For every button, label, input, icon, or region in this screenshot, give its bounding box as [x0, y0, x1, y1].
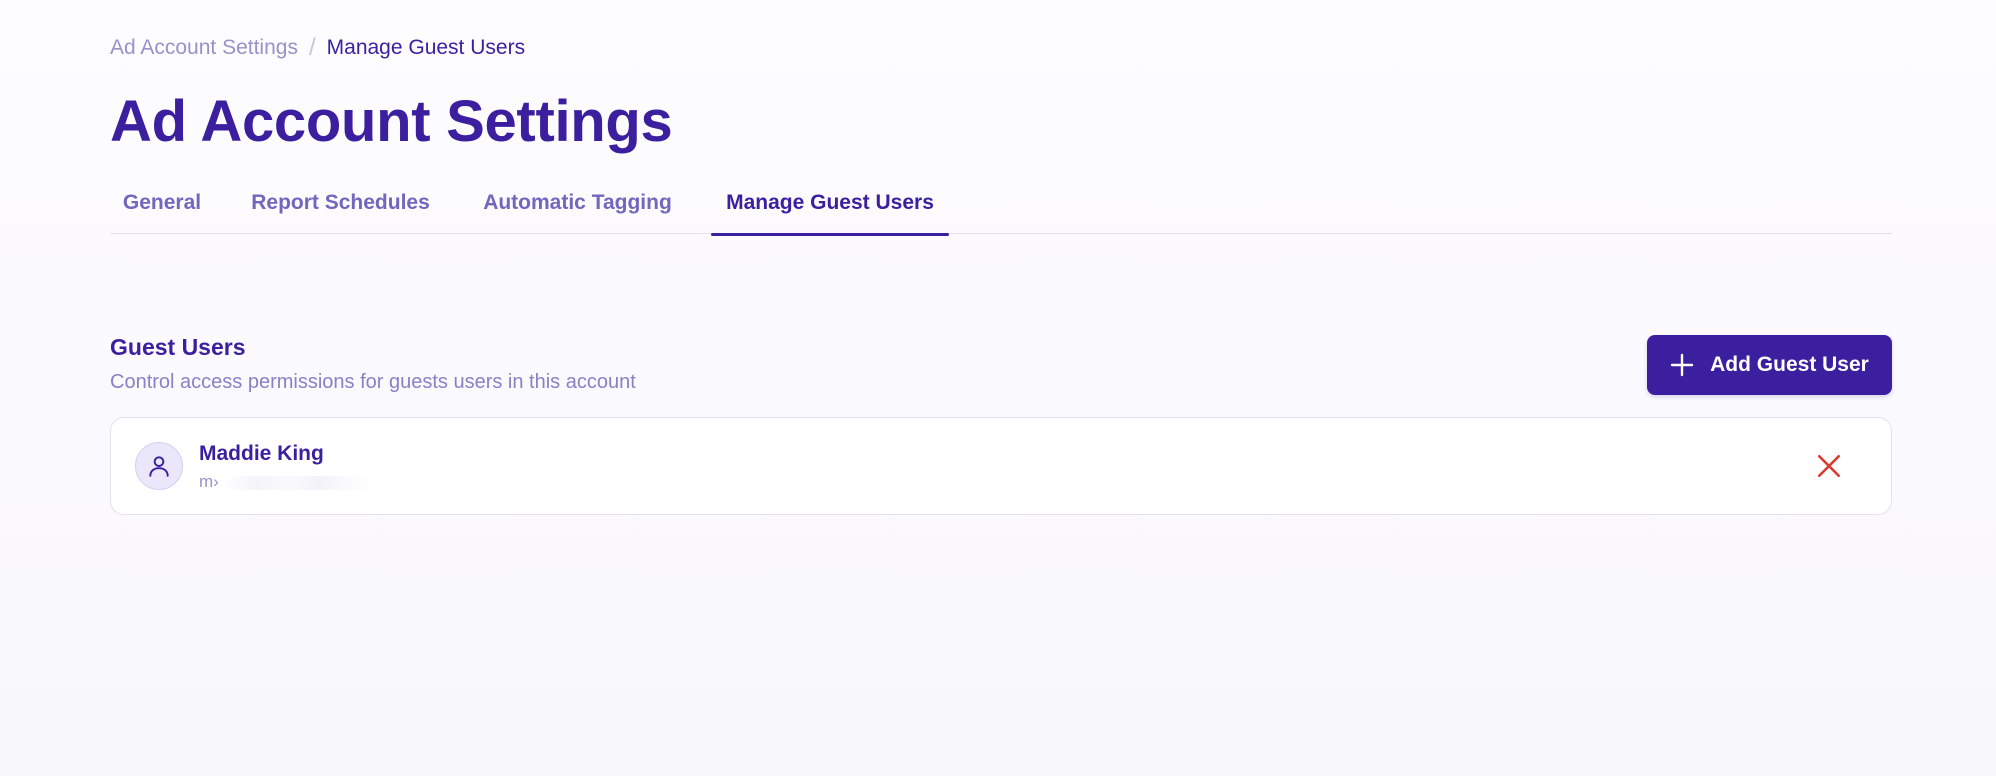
avatar	[135, 442, 183, 490]
add-guest-user-label: Add Guest User	[1710, 353, 1869, 376]
breadcrumb-separator: /	[308, 34, 316, 61]
settings-tabs: General Report Schedules Automatic Taggi…	[110, 171, 1892, 236]
tab-report-schedules[interactable]: Report Schedules	[239, 171, 442, 234]
page-title: Ad Account Settings	[110, 89, 673, 154]
section-subtitle: Control access permissions for guests us…	[110, 371, 636, 393]
section-title: Guest Users	[110, 334, 246, 360]
tab-automatic-tagging[interactable]: Automatic Tagging	[467, 171, 688, 234]
tab-manage-guest-users[interactable]: Manage Guest Users	[711, 171, 949, 236]
guest-user-row: Maddie King m›	[110, 417, 1892, 515]
breadcrumb-link-ad-account-settings[interactable]: Ad Account Settings	[110, 34, 298, 62]
user-icon	[149, 456, 169, 477]
add-guest-user-button[interactable]: Add Guest User	[1647, 335, 1892, 395]
plus-icon	[1670, 353, 1694, 377]
remove-guest-user-button[interactable]	[1811, 448, 1847, 484]
breadcrumb: Ad Account Settings / Manage Guest Users	[110, 34, 525, 62]
close-icon	[1817, 454, 1841, 478]
email-redaction	[229, 476, 379, 490]
breadcrumb-current: Manage Guest Users	[326, 36, 526, 59]
tab-general[interactable]: General	[110, 171, 214, 234]
guest-user-name: Maddie King	[199, 442, 324, 465]
guest-user-email: m›	[199, 472, 219, 491]
page: Ad Account Settings / Manage Guest Users…	[0, 0, 1996, 776]
